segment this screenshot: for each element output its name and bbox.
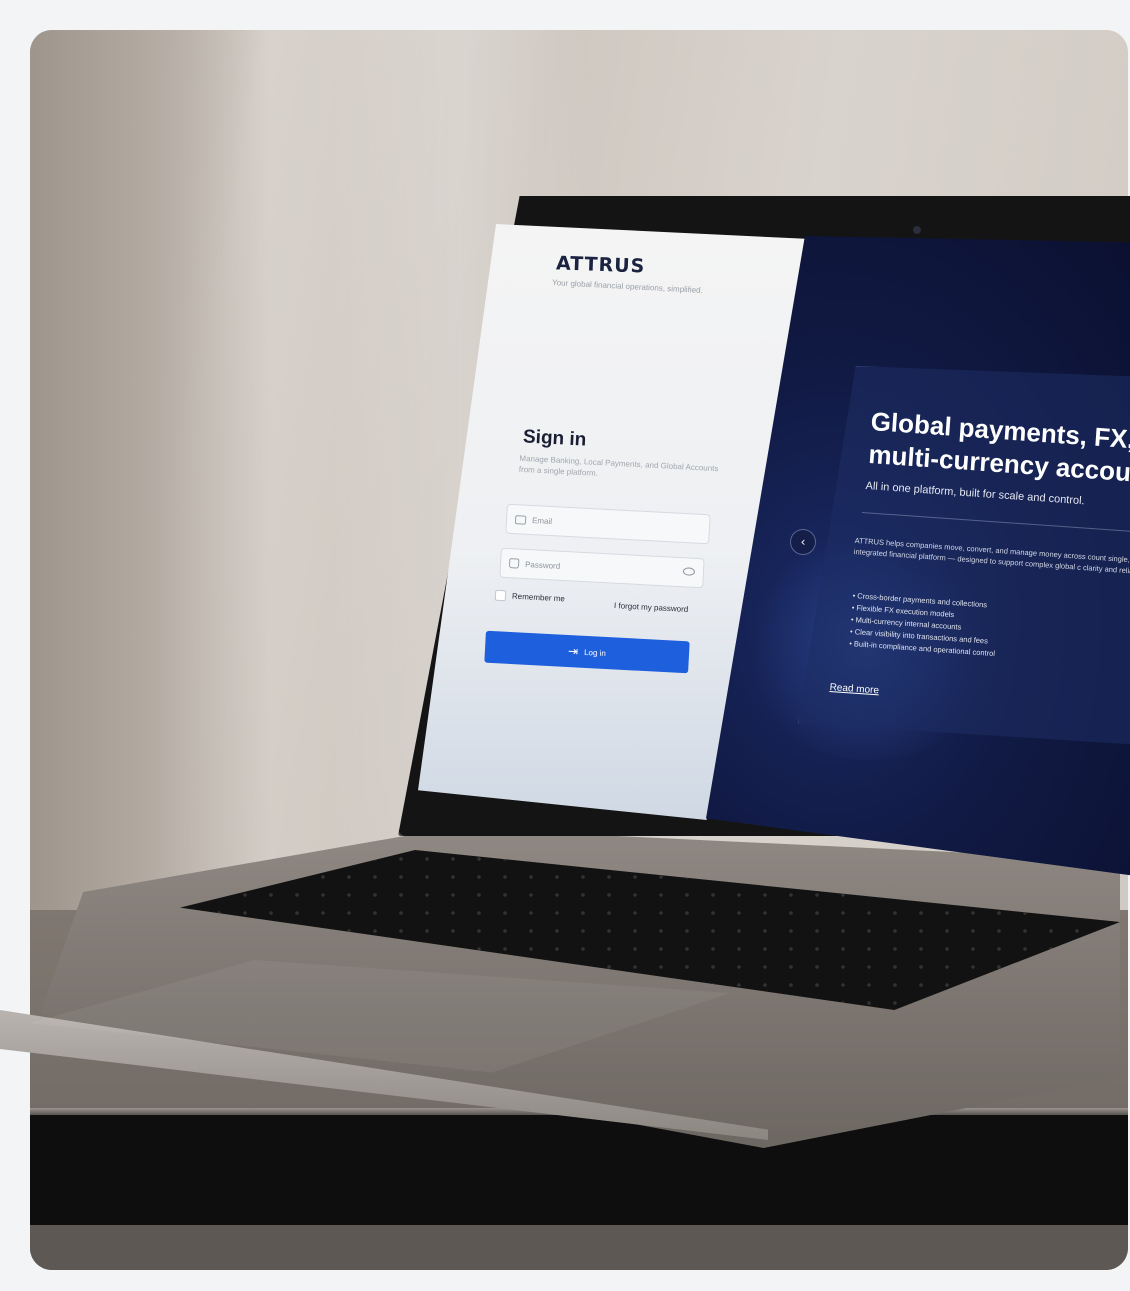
password-placeholder: Password — [524, 559, 561, 571]
signin-title: Sign in — [522, 426, 587, 451]
chevron-left-icon[interactable]: ‹ — [790, 529, 816, 555]
lock-icon — [508, 558, 520, 569]
camera-icon — [913, 226, 921, 234]
eye-icon[interactable] — [682, 567, 696, 576]
brand-logo: ATTRUS — [555, 252, 646, 278]
email-placeholder: Email — [531, 515, 553, 526]
login-icon: ⇥ — [567, 644, 579, 659]
mail-icon — [514, 514, 527, 525]
table-edge — [30, 1115, 1128, 1225]
floor — [30, 1225, 1128, 1270]
hero-bullet-list: Cross-border payments and collections Fl… — [849, 590, 999, 660]
login-label: Log in — [583, 647, 607, 658]
remember-checkbox[interactable] — [494, 589, 507, 602]
